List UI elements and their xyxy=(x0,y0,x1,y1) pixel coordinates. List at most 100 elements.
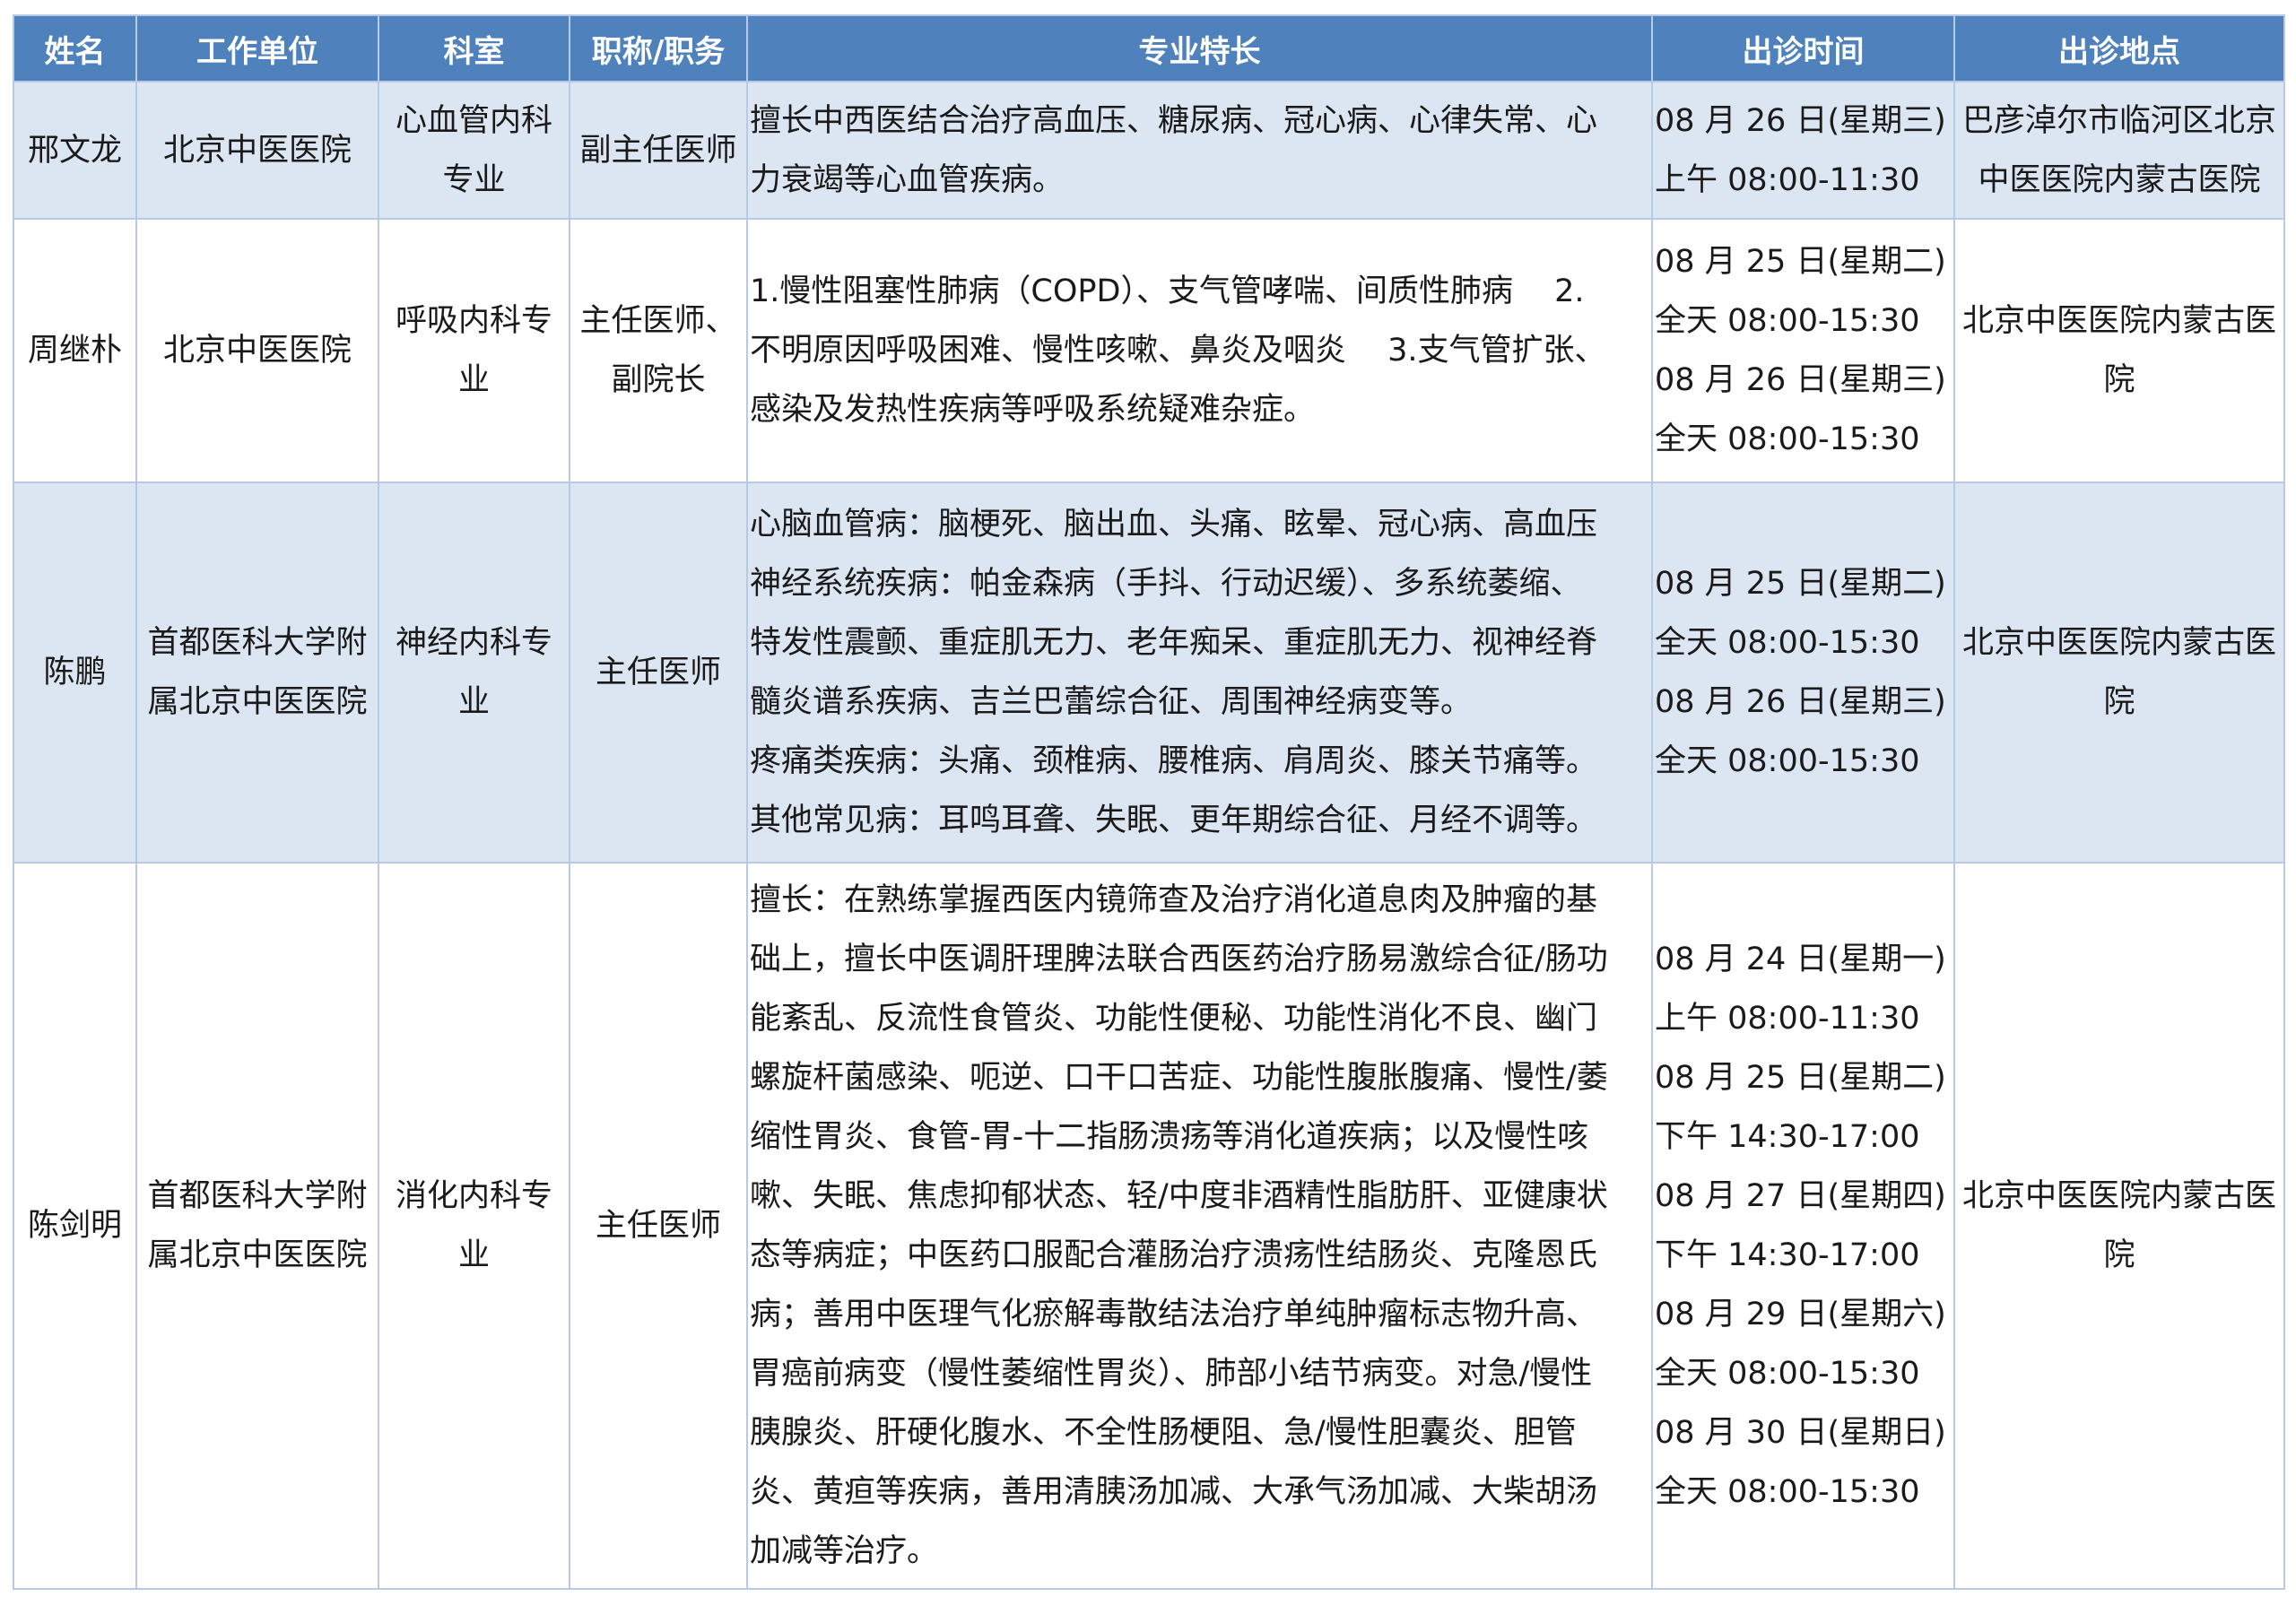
unit-line: 首都医科大学附 xyxy=(147,625,368,661)
time-line: 08 月 30 日(星期日) xyxy=(1655,1415,1946,1451)
cell-time: 08 月 25 日(星期二) 全天 08:00-15:30 08 月 26 日(… xyxy=(1651,482,1955,864)
cell-specialty: 擅长中西医结合治疗高血压、糖尿病、冠心病、心律失常、心 力衰竭等心血管疾病。 xyxy=(746,81,1653,220)
cell-unit: 北京中医医院 xyxy=(135,81,379,220)
cell-title: 主任医师 xyxy=(569,482,748,864)
specialty-line: 髓炎谱系疾病、吉兰巴蕾综合征、周围神经病变等。 xyxy=(750,684,1473,720)
time-line: 全天 08:00-15:30 xyxy=(1655,1474,1920,1510)
cell-unit: 北京中医医院 xyxy=(135,218,379,483)
header-title: 职称/职务 xyxy=(569,14,748,82)
header-unit: 工作单位 xyxy=(135,14,379,82)
place-line: 北京中医医院内蒙古医 xyxy=(1961,303,2276,339)
specialty-line: 缩性胃炎、食管-胃-十二指肠溃疡等消化道疾病；以及慢性咳 xyxy=(750,1119,1589,1155)
time-line: 08 月 26 日(星期三) xyxy=(1655,684,1946,720)
cell-unit: 首都医科大学附 属北京中医医院 xyxy=(135,482,379,864)
time-line: 08 月 25 日(星期二) xyxy=(1655,566,1946,602)
specialty-line: 特发性震颤、重症肌无力、老年痴呆、重症肌无力、视神经脊 xyxy=(750,625,1598,661)
place-line: 北京中医医院内蒙古医 xyxy=(1961,625,2276,661)
place-line: 院 xyxy=(2103,362,2135,398)
table-row: 陈鹏 首都医科大学附 属北京中医医院 神经内科专 业 主任医师 心脑血管病：脑梗… xyxy=(13,482,2285,864)
dept-line: 呼吸内科专 xyxy=(395,303,552,339)
specialty-line: 加减等治疗。 xyxy=(750,1533,939,1569)
cell-name: 周继朴 xyxy=(13,218,137,483)
header-time: 出诊时间 xyxy=(1651,14,1955,82)
cell-time: 08 月 24 日(星期一) 上午 08:00-11:30 08 月 25 日(… xyxy=(1651,862,1955,1590)
header-row: 姓名 工作单位 科室 职称/职务 专业特长 出诊时间 出诊地点 xyxy=(13,14,2285,82)
title-line: 主任医师、 xyxy=(579,303,737,339)
cell-name: 邢文龙 xyxy=(13,81,137,220)
time-line: 上午 08:00-11:30 xyxy=(1655,161,1920,198)
table-row: 陈剑明 首都医科大学附 属北京中医医院 消化内科专 业 主任医师 擅长：在熟练掌… xyxy=(13,862,2285,1590)
unit-line: 属北京中医医院 xyxy=(147,684,368,720)
specialty-line: 础上，擅长中医调肝理脾法联合西医药治疗肠易激综合征/肠功 xyxy=(750,942,1608,977)
specialty-line: 神经系统疾病：帕金森病（手抖、行动迟缓）、多系统萎缩、 xyxy=(750,566,1582,602)
dept-line: 专业 xyxy=(442,161,506,198)
dept-line: 业 xyxy=(457,684,490,720)
dept-line: 业 xyxy=(457,362,490,398)
place-line: 中医医院内蒙古医院 xyxy=(1978,161,2261,198)
specialty-line: 胃癌前病变（慢性萎缩性胃炎）、肺部小结节病变。对急/慢性 xyxy=(750,1356,1593,1392)
unit-line: 属北京中医医院 xyxy=(147,1237,368,1273)
specialty-line: 炎、黄疸等疾病，善用清胰汤加减、大承气汤加减、大柴胡汤 xyxy=(750,1474,1598,1510)
specialty-line: 态等病症；中医药口服配合灌肠治疗溃疡性结肠炎、克隆恩氏 xyxy=(750,1237,1598,1273)
time-line: 全天 08:00-15:30 xyxy=(1655,421,1920,457)
specialty-line: 感染及发热性疾病等呼吸系统疑难杂症。 xyxy=(750,392,1316,428)
table-row: 周继朴 北京中医医院 呼吸内科专 业 主任医师、 副院长 1.慢性阻塞性肺病（C… xyxy=(13,218,2285,483)
cell-specialty: 擅长：在熟练掌握西医内镜筛查及治疗消化道息肉及肿瘤的基 础上，擅长中医调肝理脾法… xyxy=(746,862,1653,1590)
unit-line: 北京中医医院 xyxy=(162,333,352,369)
header-place: 出诊地点 xyxy=(1953,14,2285,82)
cell-unit: 首都医科大学附 属北京中医医院 xyxy=(135,862,379,1590)
unit-line: 首都医科大学附 xyxy=(147,1178,368,1214)
cell-title: 主任医师 xyxy=(569,862,748,1590)
doctor-name: 周继朴 xyxy=(27,333,122,369)
place-line: 巴彦淖尔市临河区北京 xyxy=(1961,102,2276,139)
unit-line: 北京中医医院 xyxy=(162,132,352,169)
time-line: 08 月 25 日(星期二) xyxy=(1655,244,1946,280)
cell-place: 北京中医医院内蒙古医 院 xyxy=(1953,862,2285,1590)
time-line: 08 月 27 日(星期四) xyxy=(1655,1178,1946,1214)
title-line: 主任医师 xyxy=(595,1208,721,1244)
cell-dept: 呼吸内科专 业 xyxy=(378,218,570,483)
time-line: 全天 08:00-15:30 xyxy=(1655,1356,1920,1392)
cell-title: 主任医师、 副院长 xyxy=(569,218,748,483)
place-line: 北京中医医院内蒙古医 xyxy=(1961,1178,2276,1214)
time-line: 全天 08:00-15:30 xyxy=(1655,743,1920,779)
cell-specialty: 1.慢性阻塞性肺病（COPD）、支气管哮喘、间质性肺病 2. 不明原因呼吸困难、… xyxy=(746,218,1653,483)
header-name: 姓名 xyxy=(13,14,137,82)
place-line: 院 xyxy=(2103,684,2135,720)
place-line: 院 xyxy=(2103,1237,2135,1273)
cell-specialty: 心脑血管病：脑梗死、脑出血、头痛、眩晕、冠心病、高血压 神经系统疾病：帕金森病（… xyxy=(746,482,1653,864)
header-dept: 科室 xyxy=(378,14,570,82)
time-line: 上午 08:00-11:30 xyxy=(1655,1001,1920,1037)
cell-time: 08 月 25 日(星期二) 全天 08:00-15:30 08 月 26 日(… xyxy=(1651,218,1955,483)
time-line: 08 月 26 日(星期三) xyxy=(1655,102,1946,139)
cell-dept: 心血管内科 专业 xyxy=(378,81,570,220)
cell-title: 副主任医师 xyxy=(569,81,748,220)
specialty-line: 嗽、失眠、焦虑抑郁状态、轻/中度非酒精性脂肪肝、亚健康状 xyxy=(750,1178,1608,1214)
cell-dept: 神经内科专 业 xyxy=(378,482,570,864)
specialty-line: 病；善用中医理气化瘀解毒散结法治疗单纯肿瘤标志物升高、 xyxy=(750,1297,1598,1332)
dept-line: 心血管内科 xyxy=(395,102,552,139)
time-line: 08 月 29 日(星期六) xyxy=(1655,1297,1946,1332)
title-line: 副主任医师 xyxy=(579,132,737,169)
specialty-line: 能紊乱、反流性食管炎、功能性便秘、功能性消化不良、幽门 xyxy=(750,1001,1598,1037)
cell-time: 08 月 26 日(星期三) 上午 08:00-11:30 xyxy=(1651,81,1955,220)
cell-dept: 消化内科专 业 xyxy=(378,862,570,1590)
specialty-line: 疼痛类疾病：头痛、颈椎病、腰椎病、肩周炎、膝关节痛等。 xyxy=(750,743,1598,779)
specialty-line: 其他常见病：耳鸣耳聋、失眠、更年期综合征、月经不调等。 xyxy=(750,803,1598,838)
cell-place: 北京中医医院内蒙古医 院 xyxy=(1953,482,2285,864)
title-line: 副院长 xyxy=(611,362,706,398)
time-line: 08 月 24 日(星期一) xyxy=(1655,942,1946,977)
time-line: 08 月 26 日(星期三) xyxy=(1655,362,1946,398)
time-line: 全天 08:00-15:30 xyxy=(1655,625,1920,661)
specialty-line: 擅长：在熟练掌握西医内镜筛查及治疗消化道息肉及肿瘤的基 xyxy=(750,882,1598,918)
specialty-line: 不明原因呼吸困难、慢性咳嗽、鼻炎及咽炎 3.支气管扩张、 xyxy=(750,333,1606,369)
time-line: 全天 08:00-15:30 xyxy=(1655,303,1920,339)
specialty-line: 螺旋杆菌感染、呃逆、口干口苦症、功能性腹胀腹痛、慢性/萎 xyxy=(750,1060,1608,1096)
cell-place: 巴彦淖尔市临河区北京 中医医院内蒙古医院 xyxy=(1953,81,2285,220)
specialty-line: 胰腺炎、肝硬化腹水、不全性肠梗阻、急/慢性胆囊炎、胆管 xyxy=(750,1415,1577,1451)
doctor-name: 陈剑明 xyxy=(27,1208,122,1244)
dept-line: 业 xyxy=(457,1237,490,1273)
cell-name: 陈剑明 xyxy=(13,862,137,1590)
cell-name: 陈鹏 xyxy=(13,482,137,864)
specialty-line: 心脑血管病：脑梗死、脑出血、头痛、眩晕、冠心病、高血压 xyxy=(750,507,1598,542)
